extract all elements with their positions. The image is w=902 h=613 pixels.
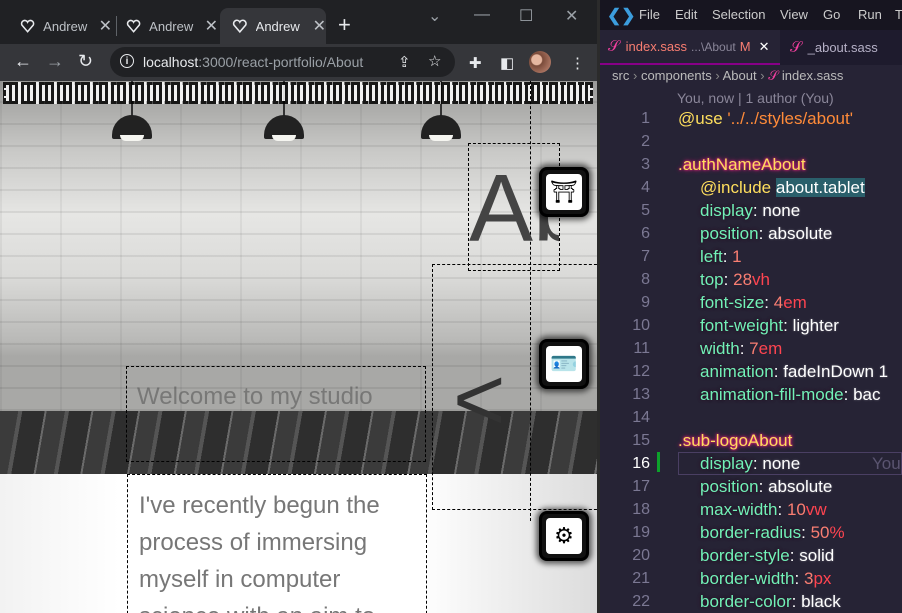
code-line: 4 @include about.tablet — [641, 178, 865, 197]
bookmark-star-icon[interactable]: ☆ — [428, 52, 441, 70]
menu-view[interactable]: View — [780, 7, 808, 22]
forward-arrow-icon[interactable]: → — [46, 51, 64, 72]
code-line: 21 border-width: 3px — [632, 569, 832, 588]
code-line: 18 max-width: 10vw — [632, 500, 827, 519]
breadcrumb-src[interactable]: src — [612, 68, 629, 83]
welcome-box: Welcome to my studio — [126, 366, 426, 462]
temple-icon: ⛩ — [546, 174, 582, 210]
url-text[interactable]: localhost:3000/react-portfolio/About — [143, 54, 363, 70]
code-line: 9 font-size: 4em — [641, 293, 807, 312]
inline-blame-hint: You — [872, 454, 901, 473]
chevron-right-icon: › — [715, 68, 720, 83]
extensions-puzzle-icon[interactable]: ✚ — [469, 54, 482, 72]
code-line: 13 animation-fill-mode: bac — [632, 385, 881, 404]
chevron-right-icon: › — [760, 68, 765, 83]
close-icon[interactable]: ✕ — [205, 16, 218, 36]
welcome-text: Welcome to my studio — [137, 383, 373, 410]
new-tab-button[interactable]: + — [338, 14, 351, 36]
close-tab-icon[interactable]: ✕ — [759, 39, 770, 55]
angle-bracket-icon: < — [453, 350, 506, 450]
browser-window: Andrew ✕ Andrew ✕ Andrew ✕ + ⌄ — ☐ ✕ ← →… — [0, 0, 597, 613]
site-info-icon[interactable]: i — [120, 54, 134, 68]
logo-badge-1[interactable]: ⛩ — [539, 167, 589, 217]
intro-paragraph: I've recently begun the process of immer… — [139, 492, 380, 613]
browser-tab-3-active[interactable]: Andrew ✕ — [220, 8, 326, 44]
browser-tab-1[interactable]: Andrew ✕ — [8, 8, 112, 44]
code-line: 15 .sub-logoAbout — [632, 431, 793, 450]
share-icon[interactable]: ⇪ — [398, 53, 411, 71]
logo-badge-2[interactable]: 🪪 — [539, 339, 589, 389]
code-line: 20 border-style: solid — [632, 546, 835, 565]
code-line: 5 display: none — [641, 201, 801, 220]
back-arrow-icon[interactable]: ← — [14, 51, 32, 72]
vscode-window: ❮❯ File Edit Selection View Go Run Te 𝒮 … — [600, 0, 902, 613]
git-blame-codelens[interactable]: You, now | 1 author (You) — [677, 90, 834, 106]
menu-run[interactable]: Run — [858, 7, 882, 22]
tab-title: Andrew — [149, 18, 194, 34]
code-line: 6 position: absolute — [641, 224, 833, 243]
heart-favicon-icon — [126, 19, 141, 33]
code-line: 3 .authNameAbout — [641, 155, 806, 174]
code-line: 2 — [641, 133, 650, 150]
code-line: 7 left: 1 — [641, 247, 742, 266]
code-line: 1 @use '../../styles/about' — [641, 109, 853, 128]
side-panel-icon[interactable]: ◧ — [500, 54, 514, 72]
heart-favicon-icon — [20, 19, 35, 33]
menu-file[interactable]: File — [639, 7, 660, 22]
menu-terminal[interactable]: Te — [895, 7, 902, 22]
code-line: 19 border-radius: 50% — [632, 523, 845, 542]
chevron-right-icon: › — [632, 68, 638, 83]
browser-tab-2[interactable]: Andrew ✕ — [114, 8, 218, 44]
code-line: 10 font-weight: lighter — [632, 316, 839, 335]
nav-bar-outline — [3, 82, 593, 104]
menu-bar: ❮❯ File Edit Selection View Go Run Te — [600, 0, 902, 30]
tab-about-sass[interactable]: 𝒮 _about.sass — [782, 30, 902, 65]
tab-title: Andrew — [255, 18, 300, 34]
menu-selection[interactable]: Selection — [712, 7, 765, 22]
close-window-button[interactable]: ✕ — [565, 6, 578, 26]
code-line: 12 animation: fadeInDown 1 — [632, 362, 889, 381]
code-line: 14 — [632, 409, 650, 426]
developer-icon: ⚙ — [546, 518, 582, 554]
code-line: 17 position: absolute — [632, 477, 833, 496]
breadcrumb: src › components › About › 𝒮 index.sass — [612, 68, 843, 84]
code-line: 11 width: 7em — [633, 339, 783, 358]
profile-avatar[interactable] — [529, 51, 551, 73]
intro-box: I've recently begun the process of immer… — [127, 474, 427, 613]
more-menu-icon[interactable]: ⋮ — [570, 54, 585, 72]
tab-strip: Andrew ✕ Andrew ✕ Andrew ✕ + ⌄ — ☐ ✕ — [0, 0, 597, 44]
address-bar[interactable]: i localhost:3000/react-portfolio/About ⇪… — [110, 47, 455, 77]
editor-tabs: 𝒮 index.sass ...\About M ✕ 𝒮 _about.sass — [600, 30, 902, 65]
browser-toolbar: ← → ↻ i localhost:3000/react-portfolio/A… — [0, 44, 597, 81]
maximize-button[interactable]: ☐ — [519, 6, 533, 26]
tab-search-icon[interactable]: ⌄ — [428, 6, 441, 26]
tab-index-sass[interactable]: 𝒮 index.sass ...\About M ✕ — [600, 30, 780, 65]
code-line: 22 border-color: black — [632, 592, 841, 611]
code-line-current: 16 display: none You — [632, 452, 902, 475]
breadcrumb-file[interactable]: index.sass — [782, 68, 843, 83]
id-card-icon: 🪪 — [546, 346, 582, 382]
web-page: Ab < Welcome to my studio I've recently … — [0, 81, 597, 613]
close-icon[interactable]: ✕ — [313, 16, 326, 36]
menu-go[interactable]: Go — [823, 7, 840, 22]
vscode-logo-icon: ❮❯ — [607, 6, 636, 25]
sass-file-icon: 𝒮 — [790, 39, 802, 56]
logo-badge-3[interactable]: ⚙ — [539, 511, 589, 561]
sass-file-icon: 𝒮 — [768, 68, 779, 83]
heart-favicon-icon — [232, 19, 247, 34]
breadcrumb-about[interactable]: About — [723, 68, 757, 83]
breadcrumb-components[interactable]: components — [641, 68, 712, 83]
tab-title: Andrew — [43, 18, 88, 34]
code-line: 8 top: 28vh — [641, 270, 770, 289]
minimize-button[interactable]: — — [474, 6, 490, 24]
menu-edit[interactable]: Edit — [675, 7, 697, 22]
reload-icon[interactable]: ↻ — [78, 51, 93, 72]
sass-file-icon: 𝒮 — [608, 38, 620, 55]
close-icon[interactable]: ✕ — [99, 16, 112, 36]
